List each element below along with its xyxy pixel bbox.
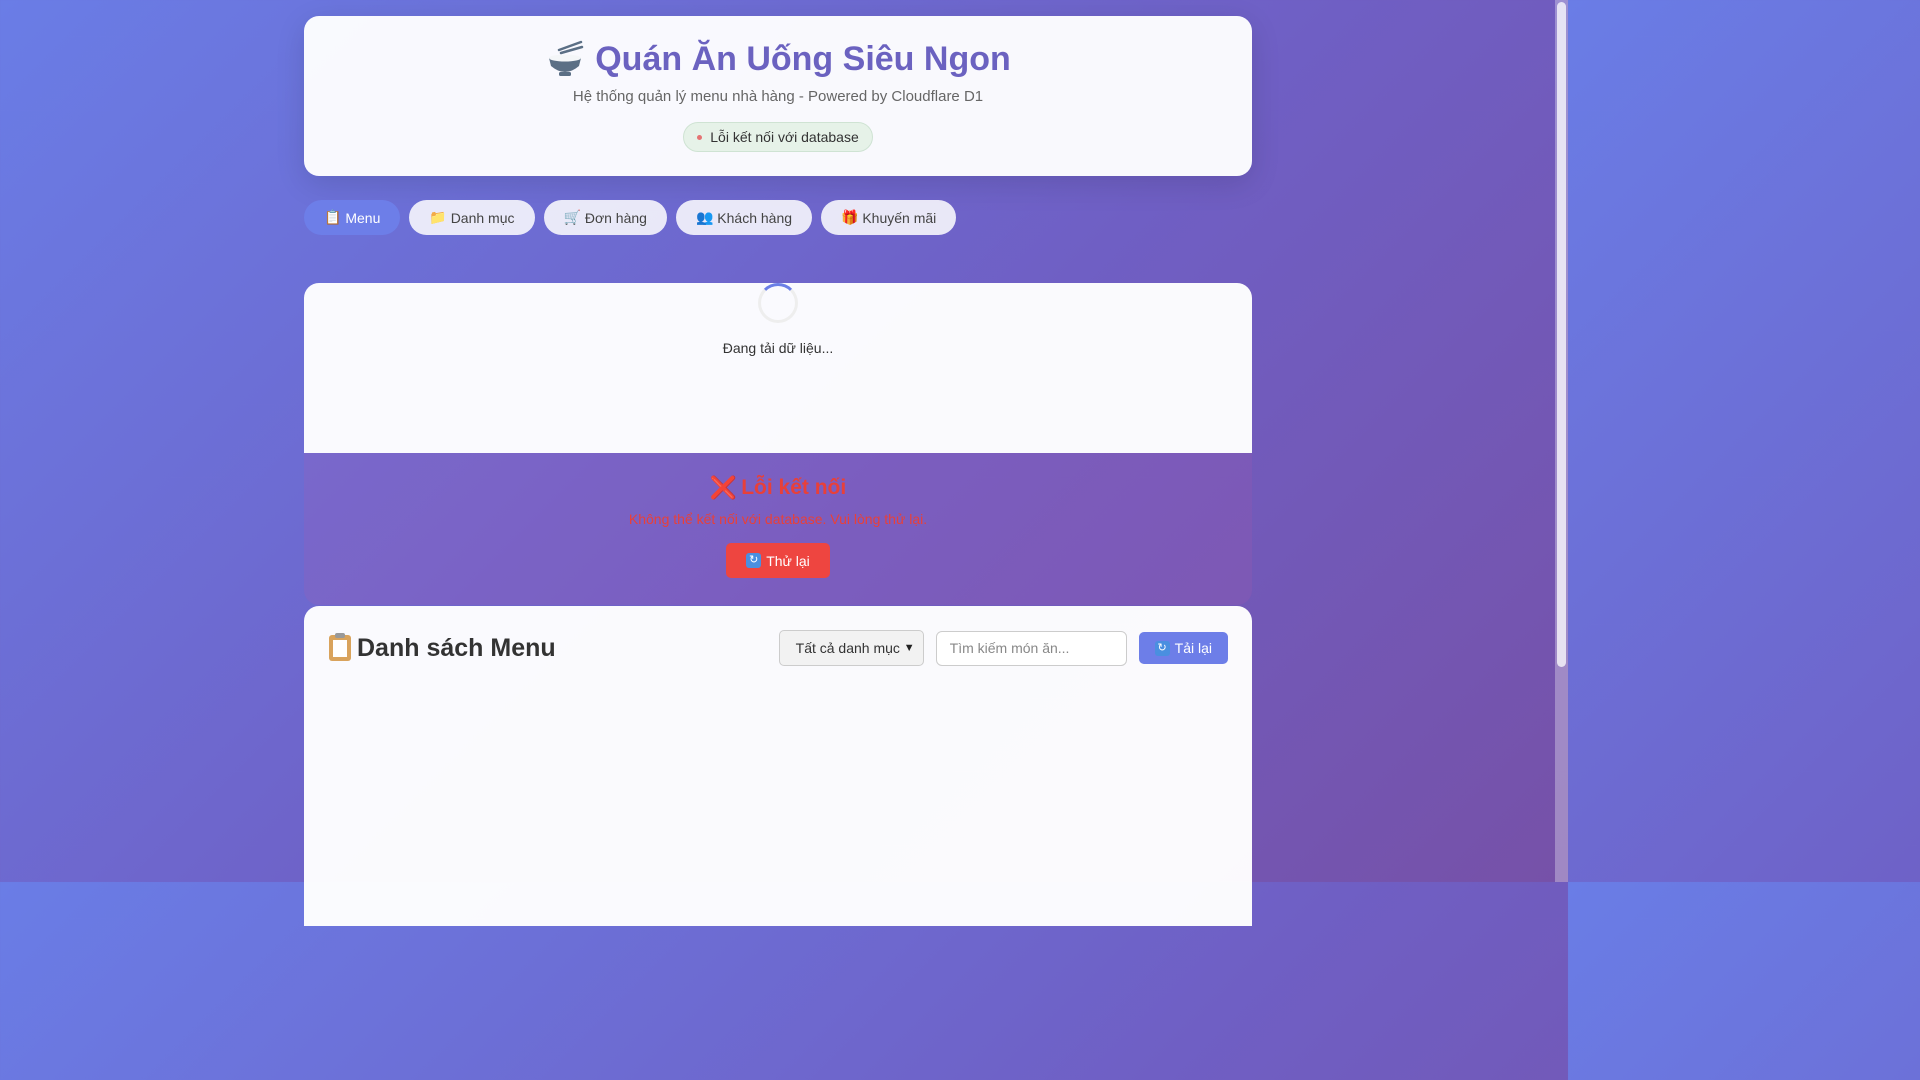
nav-tabs: 📋 Menu 📁 Danh mục 🛒 Đơn hàng 👥 Khách hàn… [304,200,1252,235]
error-panel: ❌ Lỗi kết nối Không thể kết nối với data… [304,453,1252,605]
tab-label: Đơn hàng [584,209,647,226]
error-message: Không thể kết nối với database. Vui lòng… [628,511,928,527]
tab-label: Danh mục [450,209,515,226]
tab-menu[interactable]: 📋 Menu [304,200,401,235]
retry-button[interactable]: ↻ Thử lại [726,543,830,578]
app-container: Quán Ăn Uống Siêu Ngon Hệ thống quản lý … [304,16,1252,926]
retry-label: Thử lại [766,552,810,569]
scrollbar-track[interactable] [1555,0,1568,882]
category-select[interactable]: Tất cả danh mục ▼ [778,630,924,666]
menu-controls: Tất cả danh mục ▼ ↻ Tải lại [778,630,1228,666]
tab-customers[interactable]: 👥 Khách hàng [675,200,813,235]
reload-label: Tải lại [1174,640,1212,656]
loading-text: Đang tải dữ liệu... [722,340,834,356]
chevron-down-icon: ▼ [903,642,915,654]
status-dot-icon [697,134,703,140]
users-icon: 👥 [695,209,714,225]
menu-list-card: Danh sách Menu Tất cả danh mục ▼ ↻ Tải l… [304,606,1252,926]
title-text: Quán Ăn Uống Siêu Ngon [595,39,1011,78]
status-text: Lỗi kết nối với database [710,129,859,145]
search-input[interactable] [935,630,1127,666]
connection-status-badge: Lỗi kết nối với database [683,122,873,152]
folder-icon: 📁 [429,209,447,225]
clipboard-icon: 📋 [324,209,342,225]
refresh-icon: ↻ [746,553,762,568]
loading-card: Đang tải dữ liệu... [304,283,1252,453]
tab-label: Menu [345,209,381,226]
tab-categories[interactable]: 📁 Danh mục [409,200,535,235]
scrollbar-thumb[interactable] [1557,2,1566,667]
loading-spinner-icon [758,283,798,323]
gift-icon: 🎁 [841,209,859,225]
refresh-icon: ↻ [1154,640,1170,656]
noodle-bowl-icon [549,40,584,76]
error-title-text: Lỗi kết nối [741,476,847,499]
page-subtitle: Hệ thống quản lý menu nhà hàng - Powered… [572,88,984,105]
category-select-value: Tất cả danh mục [795,640,900,656]
tab-label: Khách hàng [717,209,793,226]
error-x-icon: ❌ [709,475,738,500]
header-card: Quán Ăn Uống Siêu Ngon Hệ thống quản lý … [304,16,1252,176]
cart-icon: 🛒 [563,209,581,225]
menu-list-title-text: Danh sách Menu [357,633,556,662]
menu-list-header: Danh sách Menu Tất cả danh mục ▼ ↻ Tải l… [329,630,1228,666]
error-title: ❌ Lỗi kết nối [304,475,1252,501]
clipboard-icon [329,633,351,661]
page-title: Quán Ăn Uống Siêu Ngon [304,38,1252,80]
tab-orders[interactable]: 🛒 Đơn hàng [543,200,667,235]
reload-button[interactable]: ↻ Tải lại [1138,632,1228,664]
tab-promotions[interactable]: 🎁 Khuyến mãi [821,200,957,235]
tab-label: Khuyến mãi [862,209,937,226]
menu-list-title: Danh sách Menu [329,633,556,663]
